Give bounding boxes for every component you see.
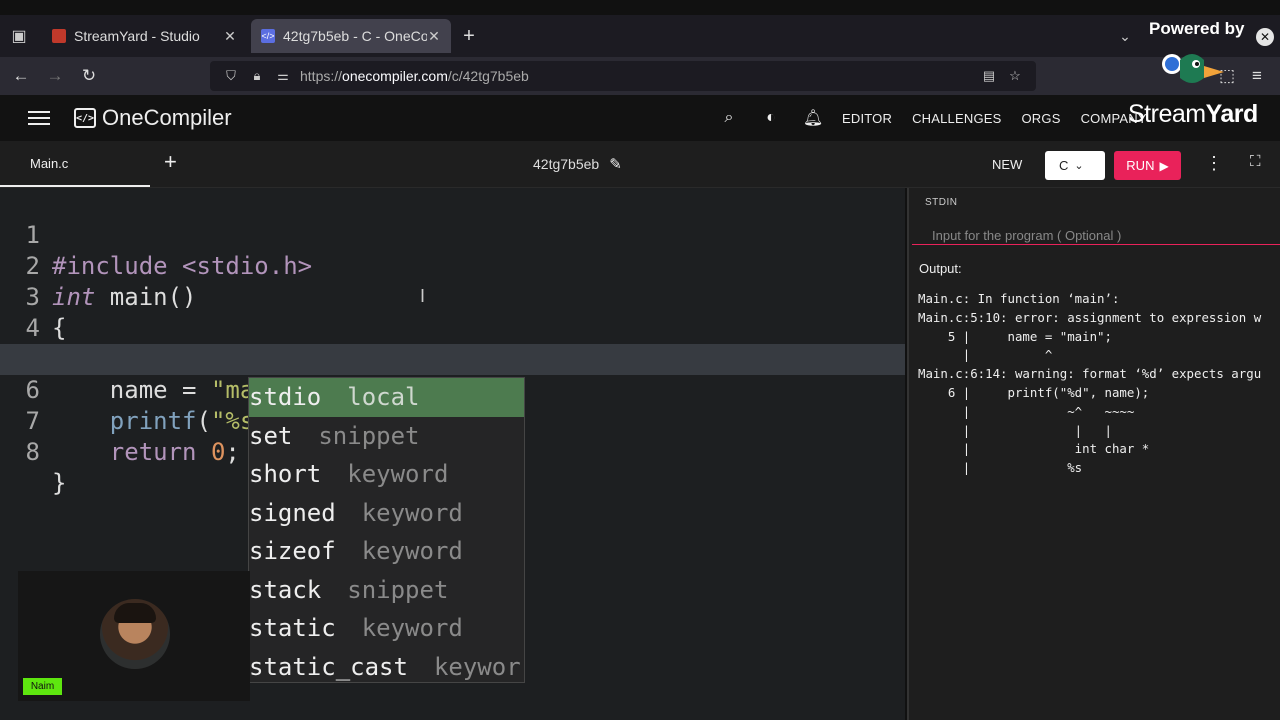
reader-view-icon[interactable]: ▤ xyxy=(976,68,1002,84)
presenter-avatar xyxy=(100,599,170,669)
mouse-ibeam-cursor-icon: I xyxy=(420,286,426,306)
code-line-3[interactable]: 3 { xyxy=(0,251,905,342)
play-icon: ▶ xyxy=(1159,158,1169,173)
code-line-6-active[interactable]: 6 printf("%s", name); xyxy=(0,344,905,435)
address-bar[interactable]: ⛉ 🔒︎ ⚌ https://onecompiler.com/c/42tg7b5… xyxy=(210,61,1036,91)
line-number: 8 xyxy=(25,438,40,466)
bookmark-star-icon[interactable]: ☆ xyxy=(1002,68,1028,84)
add-file-plus-icon[interactable]: + xyxy=(164,149,184,175)
autocomplete-item[interactable]: stack snippet xyxy=(249,571,524,610)
language-value: C xyxy=(1059,158,1069,173)
new-tab-plus-icon[interactable]: + xyxy=(451,19,487,53)
onecompiler-favicon-icon: </> xyxy=(261,29,275,43)
logo-text: OneCompiler xyxy=(102,105,232,130)
run-button[interactable]: RUN ▶ xyxy=(1114,151,1181,180)
hamburger-menu-icon[interactable] xyxy=(28,107,50,129)
project-name-label: 42tg7b5eb xyxy=(533,156,600,172)
permissions-icon[interactable]: ⚌ xyxy=(270,68,296,84)
code-line-5[interactable]: 5 name = "main"; xyxy=(0,313,905,404)
stdin-input[interactable]: Input for the program ( Optional ) xyxy=(912,228,1280,245)
nav-link-challenges[interactable]: CHALLENGES xyxy=(912,111,1001,126)
editor-toolbar: Main.c + 42tg7b5eb ✎ NEW C ⌄ RUN ▶ ⋮ ⛶ xyxy=(0,141,1280,188)
forward-arrow-icon[interactable]: → xyxy=(38,57,72,95)
app-header: </> OneCompiler ⌕ ◐ 🔔︎ EDITOR CHALLENGES… xyxy=(0,95,1280,141)
onecompiler-logo[interactable]: </> OneCompiler xyxy=(74,105,232,131)
run-label: RUN xyxy=(1126,158,1155,173)
nav-link-orgs[interactable]: ORGS xyxy=(1022,111,1061,126)
browser-tab-bar: ▣ StreamYard - Studio ✕ </> 42tg7b5eb - … xyxy=(0,15,1280,57)
file-tab-main-c[interactable]: Main.c xyxy=(0,141,150,187)
code-line-4[interactable]: 4 char name[5]; xyxy=(0,282,905,373)
screen: ▣ StreamYard - Studio ✕ </> 42tg7b5eb - … xyxy=(0,0,1280,720)
tab-label: StreamYard - Studio xyxy=(74,28,200,44)
browser-tab-streamyard[interactable]: StreamYard - Studio ✕ xyxy=(42,19,247,53)
streamyard-wordmark: StreamYard xyxy=(1128,100,1258,128)
stdin-label: STDIN xyxy=(925,197,958,208)
code-line-2[interactable]: 2 int main() xyxy=(0,220,905,311)
streamyard-favicon-icon xyxy=(52,29,66,43)
browser-tab-onecompiler[interactable]: </> 42tg7b5eb - C - OneComp ✕ xyxy=(251,19,451,53)
presenter-name-tag: Naim xyxy=(23,678,62,695)
project-name[interactable]: 42tg7b5eb ✎ xyxy=(533,141,622,187)
back-arrow-icon[interactable]: ← xyxy=(4,57,38,95)
autocomplete-item[interactable]: signed keyword xyxy=(249,494,524,533)
language-select[interactable]: C ⌄ xyxy=(1045,151,1105,180)
tab-overflow-chevron-down-icon[interactable]: ⌄ xyxy=(1110,28,1140,45)
autocomplete-popup[interactable]: stdio local set snippet short keyword signe… xyxy=(248,377,525,683)
theme-toggle-icon[interactable]: ◐ xyxy=(758,109,784,127)
more-options-icon[interactable]: ⋮ xyxy=(1205,153,1223,174)
autocomplete-item[interactable]: short keyword xyxy=(249,455,524,494)
shield-icon[interactable]: ⛉ xyxy=(218,68,244,84)
autocomplete-item[interactable]: sizeof keyword xyxy=(249,532,524,571)
bell-icon[interactable]: 🔔︎ xyxy=(800,108,826,128)
code-text: } xyxy=(52,469,67,497)
nav-link-editor[interactable]: EDITOR xyxy=(842,111,892,126)
reload-icon[interactable]: ↻ xyxy=(72,57,106,95)
logo-mark: </> xyxy=(74,108,96,128)
pencil-icon[interactable]: ✎ xyxy=(609,155,622,173)
close-tab-icon[interactable]: ✕ xyxy=(427,28,441,45)
new-button[interactable]: NEW xyxy=(992,157,1022,172)
output-label: Output: xyxy=(919,261,962,276)
autocomplete-item[interactable]: static keyword xyxy=(249,609,524,648)
output-text: Main.c: In function ‘main’: Main.c:5:10:… xyxy=(918,291,1262,476)
app-menu-icon[interactable]: ≡ xyxy=(1242,57,1272,95)
fullscreen-icon[interactable]: ⛶ xyxy=(1250,153,1261,170)
tab-list-icon[interactable]: ▣ xyxy=(0,15,38,57)
chevron-down-icon: ⌄ xyxy=(1074,160,1084,172)
streamyard-duck-logo-icon xyxy=(1162,54,1224,83)
powered-by-label: Powered by xyxy=(1149,19,1245,38)
search-icon[interactable]: ⌕ xyxy=(716,109,742,127)
url-text[interactable]: https://onecompiler.com/c/42tg7b5eb xyxy=(296,68,976,84)
close-window-icon[interactable]: ✕ xyxy=(1256,28,1274,46)
close-tab-icon[interactable]: ✕ xyxy=(223,28,237,45)
code-line-1[interactable]: 1 #include <stdio.h> xyxy=(0,189,905,280)
tab-label: 42tg7b5eb - C - OneComp xyxy=(283,28,427,44)
io-panel: STDIN Input for the program ( Optional )… xyxy=(907,188,1280,720)
browser-nav-bar: ← → ↻ ⛉ 🔒︎ ⚌ https://onecompiler.com/c/4… xyxy=(0,57,1280,95)
autocomplete-item[interactable]: static_cast keywor xyxy=(249,648,524,683)
autocomplete-item[interactable]: stdio local xyxy=(249,378,524,417)
lock-icon[interactable]: 🔒︎ xyxy=(244,68,270,84)
autocomplete-item[interactable]: set snippet xyxy=(249,417,524,456)
